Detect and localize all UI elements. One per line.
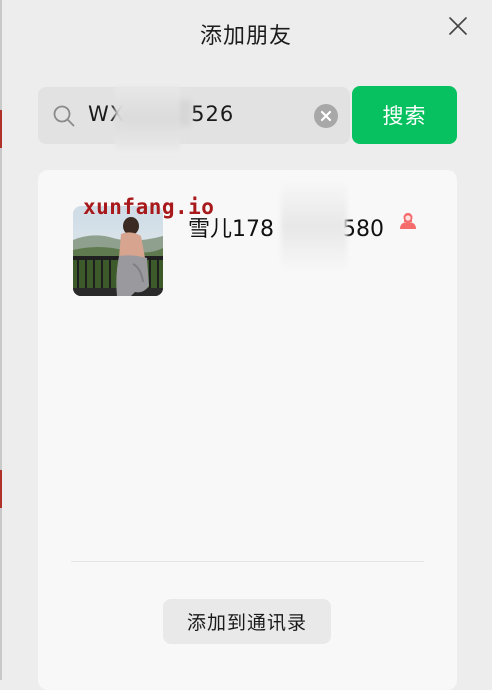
redaction-blur [115, 86, 180, 150]
dialog-title: 添加朋友 [199, 24, 292, 49]
contact-name-prefix: 雪儿178 [188, 217, 274, 242]
search-input[interactable]: WX 526 [38, 87, 350, 144]
clear-icon[interactable] [314, 104, 338, 128]
window-edge [0, 0, 2, 680]
close-button[interactable] [444, 12, 472, 40]
search-result-card: 雪儿178 580 添加到通讯录 [38, 170, 457, 690]
divider [71, 561, 424, 562]
avatar-image [73, 206, 163, 296]
edge-mark [0, 110, 2, 148]
search-icon [53, 105, 75, 127]
contact-name-suffix: 580 [342, 217, 384, 242]
search-button[interactable]: 搜索 [352, 86, 457, 144]
avatar[interactable] [73, 206, 163, 296]
watermark: xunfang.io [83, 195, 215, 219]
female-icon [400, 213, 416, 229]
close-icon [449, 17, 467, 35]
search-value-suffix: 526 [191, 102, 235, 126]
redaction-blur [281, 182, 347, 270]
edge-mark [0, 470, 2, 508]
add-to-contacts-button[interactable]: 添加到通讯录 [163, 599, 331, 644]
